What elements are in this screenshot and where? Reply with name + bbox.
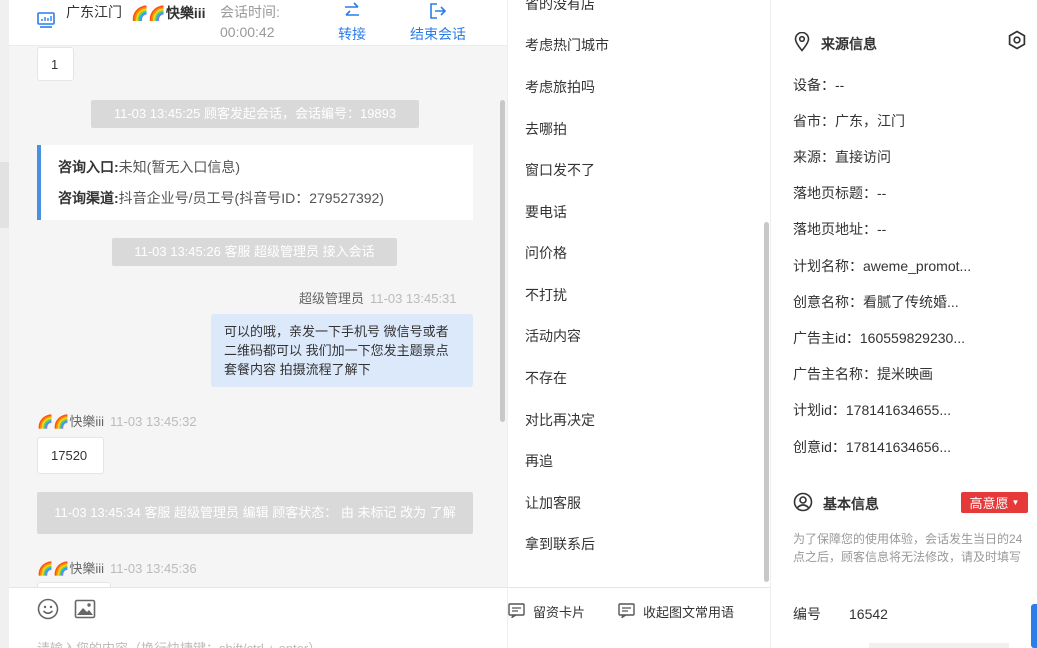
chat-messages: 1 11-03 13:45:25 顾客发起会话，会话编号：19893 咨询入口:… (9, 47, 507, 587)
info-field: 广告主id：160559829230... (793, 330, 965, 346)
message-text: 17520 (51, 448, 88, 463)
info-field: 创意id：178141634656... (793, 439, 951, 455)
phrase-item[interactable]: 窗口发不了 (525, 160, 595, 180)
info-field: 计划id：178141634655... (793, 402, 951, 418)
consult-channel-value: 抖音企业号/员工号(抖音号ID：279527392) (118, 190, 384, 206)
exit-icon (407, 0, 469, 22)
info-field: 创意名称：看腻了传统婚... (793, 294, 959, 310)
card-icon (508, 602, 533, 621)
phrase-item[interactable]: 考虑旅拍吗 (525, 77, 595, 97)
info-field: 省市：广东，江门 (793, 113, 905, 129)
phrases-footer: 留资卡片 收起图文常用语 (508, 587, 770, 648)
message-text: 1 (51, 56, 59, 72)
location-pin-icon (793, 31, 821, 55)
customer-sender-name: 🌈🌈快樂iii (37, 561, 105, 576)
system-message: 11-03 13:45:26 客服 超级管理员 接入会话 (112, 238, 397, 266)
intent-level-value: 高意愿 (969, 496, 1009, 511)
next-field-input[interactable] (869, 643, 1009, 648)
chat-pane: 广东江门 🌈🌈快樂iii 会话时间: 00:00:42 转接 结束会话 1 11… (9, 0, 507, 648)
consult-info-card: 咨询入口:未知(暂无入口信息) 咨询渠道:抖音企业号/员工号(抖音号ID：279… (37, 145, 473, 220)
info-field: 计划名称：aweme_promot... (793, 258, 972, 274)
agent-message: 可以的哦，亲发一下手机号 微信号或者二维码都可以 我们加一下您发主题景点 套餐内… (211, 314, 473, 387)
intent-level-dropdown[interactable]: 高意愿 ▼ (961, 492, 1028, 513)
customer-sender-line: 🌈🌈快樂iii 11-03 13:45:36 (37, 558, 197, 577)
customer-time: 11-03 13:45:32 (110, 414, 197, 429)
customer-message: 1 (37, 47, 74, 81)
app-root: 广东江门 🌈🌈快樂iii 会话时间: 00:00:42 转接 结束会话 1 11… (0, 0, 1037, 648)
side-tab-handle[interactable] (1031, 604, 1037, 648)
consult-entry-row: 咨询入口:未知(暂无入口信息) (58, 157, 473, 177)
chat-scrollbar[interactable] (500, 100, 505, 422)
number-row: 编号 16542 (793, 604, 888, 624)
phrase-item[interactable]: 不打扰 (525, 285, 567, 305)
edit-notice: 为了保障您的使用体验，会话发生当日的24点之后，顾客信息将无法修改，请及时填写 (793, 532, 1023, 564)
info-field: 设备：-- (793, 77, 845, 93)
phrase-item[interactable]: 问价格 (525, 243, 567, 263)
customer-name: 🌈🌈快樂iii (131, 5, 206, 21)
agent-name: 超级管理员 (299, 291, 365, 306)
phrase-item[interactable]: 省的没有店 (525, 0, 595, 14)
end-session-label: 结束会话 (410, 26, 466, 42)
number-value: 16542 (849, 606, 888, 622)
consult-entry-value: 未知(暂无入口信息) (118, 159, 240, 175)
quick-phrases-pane: 省的没有店 考虑热门城市 考虑旅拍吗 去哪拍 窗口发不了 要电话 问价格 不打扰… (507, 0, 771, 648)
consult-channel-label: 咨询渠道: (58, 190, 119, 206)
transfer-button[interactable]: 转接 (336, 0, 368, 46)
collapse-phrases-label: 收起图文常用语 (643, 605, 735, 620)
user-icon (793, 492, 823, 515)
phrases-scrollbar[interactable] (764, 222, 769, 582)
left-strip-mark (0, 162, 9, 228)
basic-info-label: 基本信息 (823, 495, 879, 512)
monitor-icon (36, 10, 56, 30)
number-label: 编号 (793, 606, 821, 622)
transfer-icon (336, 0, 368, 22)
consult-entry-label: 咨询入口: (58, 159, 119, 175)
session-time: 00:00:42 (220, 24, 275, 40)
phrase-item[interactable]: 不存在 (525, 368, 567, 388)
system-message: 11-03 13:45:34 客服 超级管理员 编辑 顾客状态： 由 未标记 改… (37, 492, 473, 534)
message-input[interactable]: 请输入您的内容（换行快捷键：shift/ctrl + enter） (37, 638, 321, 648)
customer-info-pane: 来源信息 设备：-- 省市：广东，江门 来源：直接访问 落地页标题：-- 落地页… (771, 0, 1037, 648)
info-field: 来源：直接访问 (793, 149, 891, 165)
phrase-item[interactable]: 活动内容 (525, 326, 581, 346)
collapse-icon (618, 602, 643, 621)
phrase-item[interactable]: 对比再决定 (525, 410, 595, 430)
agent-time: 11-03 13:45:31 (370, 291, 457, 306)
transfer-label: 转接 (338, 26, 366, 42)
emoji-icon[interactable] (37, 598, 59, 620)
info-card-button[interactable]: 留资卡片 (508, 602, 585, 621)
customer-sender-line: 🌈🌈快樂iii 11-03 13:45:32 (37, 411, 197, 430)
image-icon[interactable] (74, 599, 96, 619)
customer-time: 11-03 13:45:36 (110, 561, 197, 576)
info-card-label: 留资卡片 (533, 605, 586, 620)
info-field: 落地页标题：-- (793, 185, 887, 201)
settings-icon[interactable] (1007, 30, 1027, 50)
info-field: 落地页地址：-- (793, 221, 887, 237)
phrase-item[interactable]: 要电话 (525, 202, 567, 222)
end-session-button[interactable]: 结束会话 (407, 0, 469, 46)
basic-info-title: 基本信息 (793, 492, 879, 515)
source-info-title: 来源信息 (793, 31, 877, 55)
phrase-item[interactable]: 让加客服 (525, 493, 581, 513)
left-strip (0, 0, 9, 648)
caret-down-icon: ▼ (1011, 498, 1020, 507)
system-message: 11-03 13:45:25 顾客发起会话，会话编号：19893 (91, 100, 419, 128)
info-field: 广告主名称：提米映画 (793, 366, 933, 382)
session-time-label: 会话时间: (220, 4, 280, 20)
source-info-label: 来源信息 (821, 35, 877, 52)
phrase-item[interactable]: 去哪拍 (525, 119, 567, 139)
phrase-item[interactable]: 考虑热门城市 (525, 35, 609, 55)
chat-input-area: 请输入您的内容（换行快捷键：shift/ctrl + enter） (9, 587, 507, 648)
chat-header: 广东江门 🌈🌈快樂iii 会话时间: 00:00:42 转接 结束会话 (9, 0, 507, 46)
phrase-item[interactable]: 再追 (525, 451, 553, 471)
customer-message: 17520 (37, 437, 104, 474)
collapse-phrases-button[interactable]: 收起图文常用语 (618, 602, 734, 621)
agent-sender-line: 超级管理员 11-03 13:45:31 (299, 288, 457, 307)
customer-sender-name: 🌈🌈快樂iii (37, 414, 105, 429)
consult-channel-row: 咨询渠道:抖音企业号/员工号(抖音号ID：279527392) (58, 188, 473, 208)
customer-location: 广东江门 (66, 4, 122, 20)
phrase-item[interactable]: 拿到联系后 (525, 534, 595, 554)
